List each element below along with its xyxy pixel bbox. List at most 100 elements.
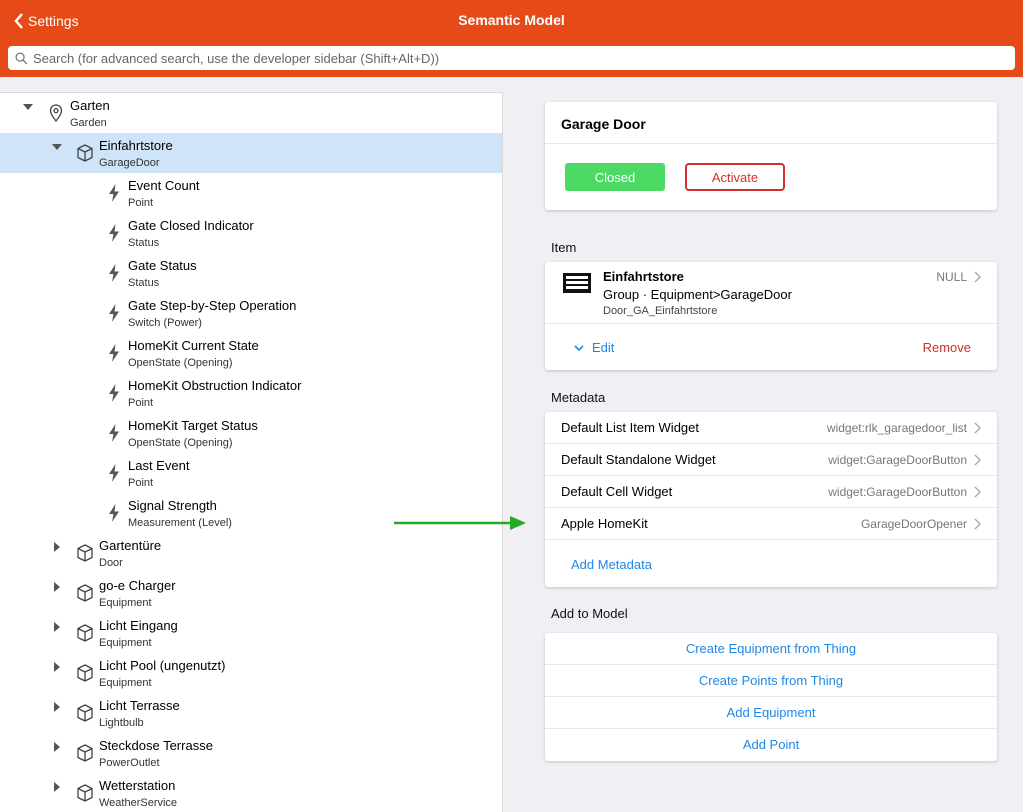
chevron-right-icon: [974, 271, 981, 283]
item-card: Einfahrtstore Group · Equipment>GarageDo…: [545, 262, 997, 370]
tree-node[interactable]: Steckdose Terrasse PowerOutlet: [0, 733, 502, 773]
divider: [545, 143, 997, 144]
metadata-row[interactable]: Default List Item Widget widget:rlk_gara…: [545, 412, 997, 444]
tree-point[interactable]: Gate Step-by-Step Operation Switch (Powe…: [0, 293, 502, 333]
search-input[interactable]: [33, 50, 993, 66]
edit-label: Edit: [592, 340, 615, 355]
tree-node[interactable]: Wetterstation WeatherService: [0, 773, 502, 812]
activate-button[interactable]: Activate: [685, 163, 785, 191]
item-state: NULL: [936, 270, 967, 284]
chevron-right-icon: [974, 486, 981, 498]
widget-card: Garage Door Closed Activate: [545, 102, 997, 210]
caret-down-icon[interactable]: [51, 141, 63, 153]
tree-node-type: OpenState (Opening): [128, 357, 233, 369]
metadata-value: widget:GarageDoorButton: [828, 485, 967, 499]
metadata-card: Default List Item Widget widget:rlk_gara…: [545, 412, 997, 587]
garage-door-icon: [563, 273, 591, 293]
metadata-label: Default Standalone Widget: [561, 452, 716, 467]
item-row[interactable]: Einfahrtstore Group · Equipment>GarageDo…: [545, 262, 997, 324]
tree-node[interactable]: Gartentüre Door: [0, 533, 502, 573]
tree-point[interactable]: Event Count Point: [0, 173, 502, 213]
bolt-icon: [109, 184, 119, 202]
cube-icon: [77, 144, 93, 162]
caret-right-icon[interactable]: [51, 741, 63, 753]
caret-right-icon[interactable]: [51, 621, 63, 633]
caret-right-icon[interactable]: [51, 541, 63, 553]
tree-node-selected[interactable]: Einfahrtstore GarageDoor: [0, 133, 502, 173]
tree-node-label: Steckdose Terrasse: [99, 738, 213, 753]
tree-node-type: Point: [128, 197, 154, 209]
tree-point[interactable]: HomeKit Target Status OpenState (Opening…: [0, 413, 502, 453]
create-points-from-thing-button[interactable]: Create Points from Thing: [545, 665, 997, 697]
location-pin-icon: [49, 104, 63, 122]
tree-point[interactable]: Gate Closed Indicator Status: [0, 213, 502, 253]
tree-point[interactable]: Gate Status Status: [0, 253, 502, 293]
metadata-value: GarageDoorOpener: [860, 517, 967, 531]
bolt-icon: [109, 424, 119, 442]
model-heading: Add to Model: [551, 606, 628, 621]
cube-icon: [77, 744, 93, 762]
metadata-label: Apple HomeKit: [561, 516, 648, 531]
remove-button[interactable]: Remove: [923, 340, 971, 355]
add-metadata-button[interactable]: Add Metadata: [571, 557, 652, 572]
tree-node-label: Einfahrtstore: [99, 138, 173, 153]
cube-icon: [77, 704, 93, 722]
annotation-arrow: [394, 516, 526, 530]
edit-button[interactable]: Edit: [574, 340, 614, 355]
tree-node-label: Licht Eingang: [99, 618, 178, 633]
state-button[interactable]: Closed: [565, 163, 665, 191]
caret-right-icon[interactable]: [51, 781, 63, 793]
bolt-icon: [109, 264, 119, 282]
tree-node-type: Switch (Power): [128, 317, 202, 329]
metadata-row[interactable]: Apple HomeKit GarageDoorOpener: [545, 508, 997, 540]
tree-node-root[interactable]: Garten Garden: [0, 93, 502, 133]
caret-down-icon[interactable]: [22, 101, 34, 113]
tree-node-type: Door: [99, 557, 123, 569]
tree-node-type: Lightbulb: [99, 717, 144, 729]
bolt-icon: [109, 304, 119, 322]
create-equipment-from-thing-button[interactable]: Create Equipment from Thing: [545, 633, 997, 665]
chevron-right-icon: [974, 422, 981, 434]
search-bar[interactable]: [8, 46, 1015, 70]
tree-node-type: Equipment: [99, 597, 152, 609]
tree-node-label: Garten: [70, 98, 110, 113]
cube-icon: [77, 544, 93, 562]
add-point-button[interactable]: Add Point: [545, 729, 997, 761]
tree-node-label: HomeKit Target Status: [128, 418, 258, 433]
cube-icon: [77, 664, 93, 682]
metadata-row[interactable]: Default Standalone Widget widget:GarageD…: [545, 444, 997, 476]
metadata-value: widget:GarageDoorButton: [828, 453, 967, 467]
tree-point[interactable]: Last Event Point: [0, 453, 502, 493]
item-heading: Item: [551, 240, 577, 255]
tree-point[interactable]: HomeKit Current State OpenState (Opening…: [0, 333, 502, 373]
metadata-value: widget:rlk_garagedoor_list: [826, 421, 967, 435]
tree-node-type: WeatherService: [99, 797, 178, 809]
tree-node[interactable]: Licht Eingang Equipment: [0, 613, 502, 653]
tree-node-label: Last Event: [128, 458, 190, 473]
cube-icon: [77, 624, 93, 642]
tree-node-type: Equipment: [99, 637, 152, 649]
bolt-icon: [109, 504, 119, 522]
tree-node-label: HomeKit Current State: [128, 338, 259, 353]
tree-node-label: Event Count: [128, 178, 200, 193]
tree-node-label: Gartentüre: [99, 538, 162, 553]
tree-node[interactable]: Licht Terrasse Lightbulb: [0, 693, 502, 733]
chevron-right-icon: [974, 454, 981, 466]
app-header: Settings Semantic Model: [0, 0, 1023, 77]
tree-point[interactable]: HomeKit Obstruction Indicator Point: [0, 373, 502, 413]
caret-right-icon[interactable]: [51, 581, 63, 593]
tree-node-type: Garden: [70, 117, 107, 129]
tree-node-label: Signal Strength: [128, 498, 217, 513]
tree-node-type: Point: [128, 397, 154, 409]
tree-node-type: GarageDoor: [99, 157, 160, 169]
bolt-icon: [109, 344, 119, 362]
metadata-row[interactable]: Default Cell Widget widget:GarageDoorBut…: [545, 476, 997, 508]
caret-right-icon[interactable]: [51, 701, 63, 713]
metadata-heading: Metadata: [551, 390, 606, 405]
caret-right-icon[interactable]: [51, 661, 63, 673]
tree-node-label: HomeKit Obstruction Indicator: [128, 378, 302, 393]
add-equipment-button[interactable]: Add Equipment: [545, 697, 997, 729]
tree-node[interactable]: Licht Pool (ungenutzt) Equipment: [0, 653, 502, 693]
model-card: Create Equipment from Thing Create Point…: [545, 633, 997, 761]
tree-node[interactable]: go-e Charger Equipment: [0, 573, 502, 613]
